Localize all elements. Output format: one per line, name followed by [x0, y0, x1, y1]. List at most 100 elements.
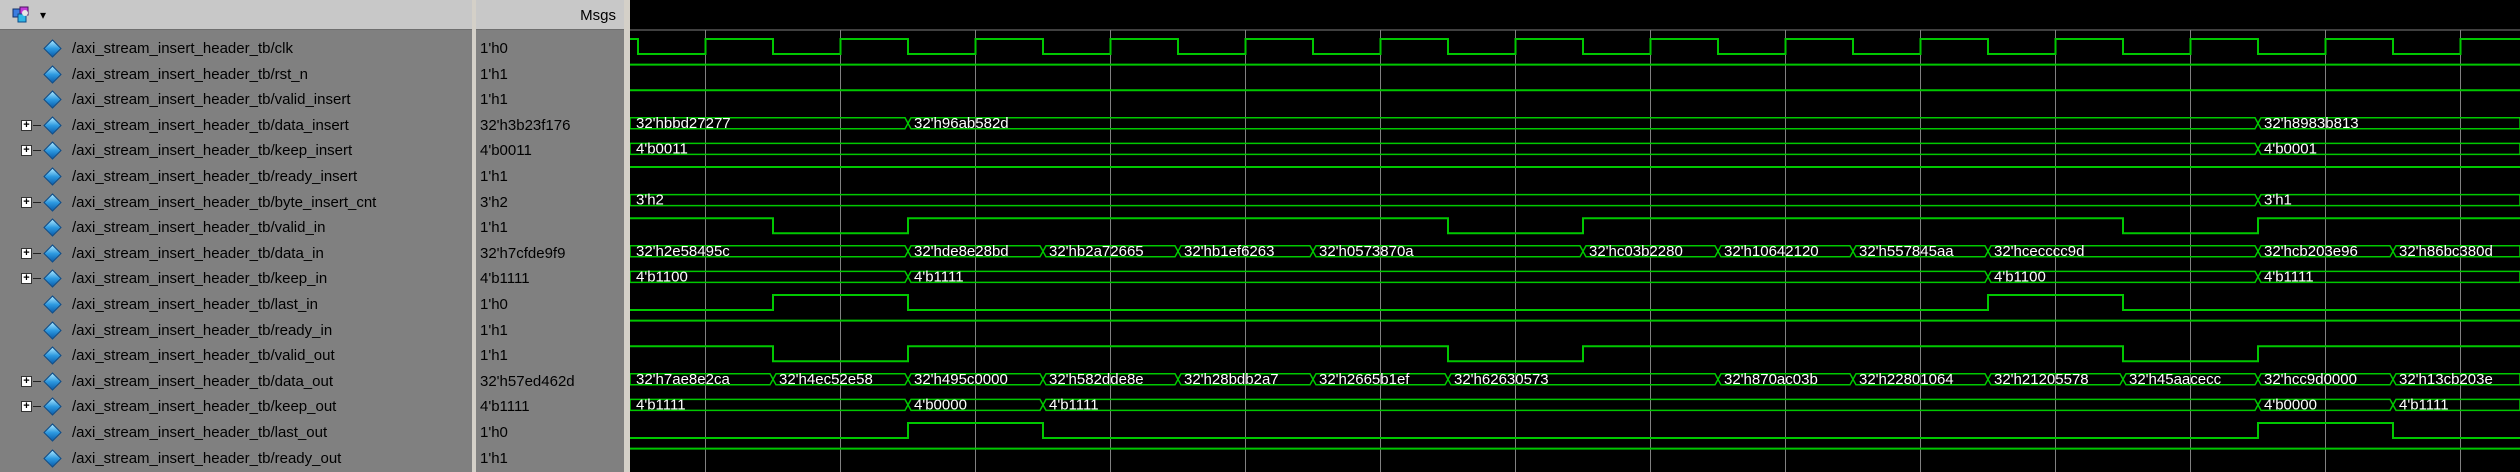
waveform-canvas[interactable]: 32'hbbd27277 32'h96ab582d 32'h8983b813 4'b0…: [630, 0, 2520, 472]
signal-row[interactable]: /axi_stream_insert_header_tb/ready_inser…: [0, 164, 472, 190]
signal-name[interactable]: /axi_stream_insert_header_tb/keep_in: [72, 270, 327, 287]
signal-diamond-icon: [43, 397, 62, 417]
bus-value-label: 32'h7ae8e2ca: [636, 371, 730, 388]
signal-value: 4'b0011: [480, 142, 532, 160]
signal-value-pane: Msgs 1'h0 1'h1 1'h1 32'h3b23f176 4'b0011 1'h1…: [476, 0, 624, 472]
bus-value-label: 4'b0000: [914, 396, 967, 413]
waveform-pane[interactable]: 32'hbbd27277 32'h96ab582d 32'h8983b813 4'b0…: [630, 0, 2520, 472]
clock-waveform: [630, 38, 2520, 55]
signal-row[interactable]: /axi_stream_insert_header_tb/valid_inser…: [0, 87, 472, 113]
value-row[interactable]: 1'h1: [476, 215, 624, 241]
value-row[interactable]: 32'h3b23f176: [476, 113, 624, 139]
value-row[interactable]: 3'h2: [476, 190, 624, 216]
value-row[interactable]: 4'b0011: [476, 138, 624, 164]
value-row[interactable]: 1'h0: [476, 36, 624, 62]
signal-name[interactable]: /axi_stream_insert_header_tb/data_in: [72, 245, 324, 262]
signal-name[interactable]: /axi_stream_insert_header_tb/ready_out: [72, 450, 341, 467]
signal-diamond-icon: [43, 218, 62, 237]
signal-name[interactable]: /axi_stream_insert_header_tb/byte_insert…: [72, 194, 376, 211]
value-row[interactable]: 1'h1: [476, 164, 624, 190]
signal-name[interactable]: /axi_stream_insert_header_tb/valid_inser…: [72, 91, 351, 108]
signal-row[interactable]: + /axi_stream_insert_header_tb/keep_inser…: [0, 138, 472, 164]
signal-name[interactable]: /axi_stream_insert_header_tb/valid_in: [72, 219, 325, 236]
signal-row[interactable]: /axi_stream_insert_header_tb/rst_n: [0, 62, 472, 88]
bus-value-label: 32'h28bdb2a7: [1184, 371, 1279, 388]
signal-name[interactable]: /axi_stream_insert_header_tb/data_insert: [72, 117, 349, 134]
expand-plus-icon[interactable]: +: [21, 196, 32, 208]
bus-value-label: 32'h22801064: [1859, 371, 1954, 388]
signal-name[interactable]: /axi_stream_insert_header_tb/data_out: [72, 373, 333, 390]
signal-name[interactable]: /axi_stream_insert_header_tb/rst_n: [72, 66, 308, 83]
wave-window-icon[interactable]: [12, 6, 38, 24]
signal-row[interactable]: + /axi_stream_insert_header_tb/data_inser…: [0, 113, 472, 139]
value-row[interactable]: 1'h1: [476, 318, 624, 344]
expand-plus-icon[interactable]: +: [21, 247, 32, 259]
signal-name[interactable]: /axi_stream_insert_header_tb/last_out: [72, 424, 327, 441]
bus-value-label: 32'h495c0000: [914, 371, 1008, 388]
signal-value: 4'b1111: [480, 270, 530, 288]
value-row[interactable]: 32'h7cfde9f9: [476, 241, 624, 267]
signal-row[interactable]: /axi_stream_insert_header_tb/valid_in: [0, 215, 472, 241]
signal-row[interactable]: /axi_stream_insert_header_tb/clk: [0, 36, 472, 62]
expand-plus-icon[interactable]: +: [21, 119, 32, 131]
value-row[interactable]: 32'h57ed462d: [476, 369, 624, 395]
signal-row[interactable]: /axi_stream_insert_header_tb/last_in: [0, 292, 472, 318]
signal-row[interactable]: /axi_stream_insert_header_tb/ready_out: [0, 446, 472, 472]
signal-value: 1'h0: [480, 40, 508, 57]
signal-diamond-icon: [43, 64, 62, 84]
bus-value-label: 4'b0000: [2264, 396, 2317, 413]
signal-value: 4'b1111: [480, 398, 530, 416]
expand-plus-icon[interactable]: +: [21, 401, 32, 413]
bus-value-label: 4'b1100: [636, 268, 688, 285]
value-row[interactable]: 1'h1: [476, 446, 624, 472]
bus-value-label: 32'hcb203e96: [2264, 243, 2358, 260]
tree-connector: [33, 406, 41, 408]
signal-value: 1'h1: [480, 91, 508, 109]
signal-value: 1'h0: [480, 424, 508, 441]
signal-waveform: [630, 294, 2520, 311]
value-row[interactable]: 4'b1111: [476, 266, 624, 292]
value-row[interactable]: 4'b1111: [476, 394, 624, 420]
bus-value-label: 32'h582dde8e: [1049, 371, 1144, 388]
signal-row[interactable]: /axi_stream_insert_header_tb/last_out: [0, 420, 472, 446]
bus-value-label: 32'h13cb203e: [2399, 371, 2493, 388]
signal-row[interactable]: /axi_stream_insert_header_tb/ready_in: [0, 318, 472, 344]
signal-name[interactable]: /axi_stream_insert_header_tb/ready_in: [72, 322, 332, 339]
signal-name[interactable]: /axi_stream_insert_header_tb/keep_out: [72, 398, 336, 415]
signal-value: 1'h1: [480, 65, 508, 83]
signal-row[interactable]: + /axi_stream_insert_header_tb/keep_out: [0, 394, 472, 420]
signal-name[interactable]: /axi_stream_insert_header_tb/clk: [72, 40, 293, 57]
signal-diamond-icon: [43, 269, 62, 289]
value-row[interactable]: 1'h1: [476, 343, 624, 369]
bus-value-label: 4'b1111: [2399, 396, 2449, 413]
bus-value-label: 4'b1111: [1049, 396, 1099, 413]
value-row[interactable]: 1'h0: [476, 420, 624, 446]
value-row[interactable]: 1'h1: [476, 62, 624, 88]
bus-value-label: 32'h86bc380d: [2399, 243, 2493, 260]
chevron-down-icon[interactable]: ▾: [40, 8, 46, 22]
signal-name[interactable]: /axi_stream_insert_header_tb/keep_insert: [72, 142, 352, 159]
signal-name[interactable]: /axi_stream_insert_header_tb/last_in: [72, 296, 318, 313]
expand-plus-icon[interactable]: +: [21, 375, 32, 387]
signal-row[interactable]: + /axi_stream_insert_header_tb/keep_in: [0, 266, 472, 292]
signal-row[interactable]: + /axi_stream_insert_header_tb/data_in: [0, 241, 472, 267]
signal-name[interactable]: /axi_stream_insert_header_tb/valid_out: [72, 347, 335, 364]
bus-value-label: 4'b0011: [636, 140, 688, 157]
name-pane-header: ▾: [0, 0, 472, 30]
signal-row[interactable]: + /axi_stream_insert_header_tb/data_out: [0, 369, 472, 395]
signal-row[interactable]: /axi_stream_insert_header_tb/valid_out: [0, 343, 472, 369]
bus-value-label: 32'h557845aa: [1859, 243, 1954, 260]
value-pane-header: Msgs: [476, 0, 624, 30]
expand-plus-icon[interactable]: +: [21, 273, 32, 285]
bus-segment: [907, 270, 1989, 284]
expand-plus-icon[interactable]: +: [21, 145, 32, 157]
signal-row[interactable]: + /axi_stream_insert_header_tb/byte_inser…: [0, 190, 472, 216]
signal-value: 1'h1: [480, 347, 508, 365]
signal-name[interactable]: /axi_stream_insert_header_tb/ready_inser…: [72, 168, 357, 185]
value-row[interactable]: 1'h0: [476, 292, 624, 318]
value-row[interactable]: 1'h1: [476, 87, 624, 113]
tree-connector: [33, 201, 41, 203]
bus-value-label: 3'h2: [636, 192, 664, 209]
bus-value-label: 32'hb1ef6263: [1184, 243, 1274, 260]
signal-diamond-icon: [43, 244, 62, 263]
